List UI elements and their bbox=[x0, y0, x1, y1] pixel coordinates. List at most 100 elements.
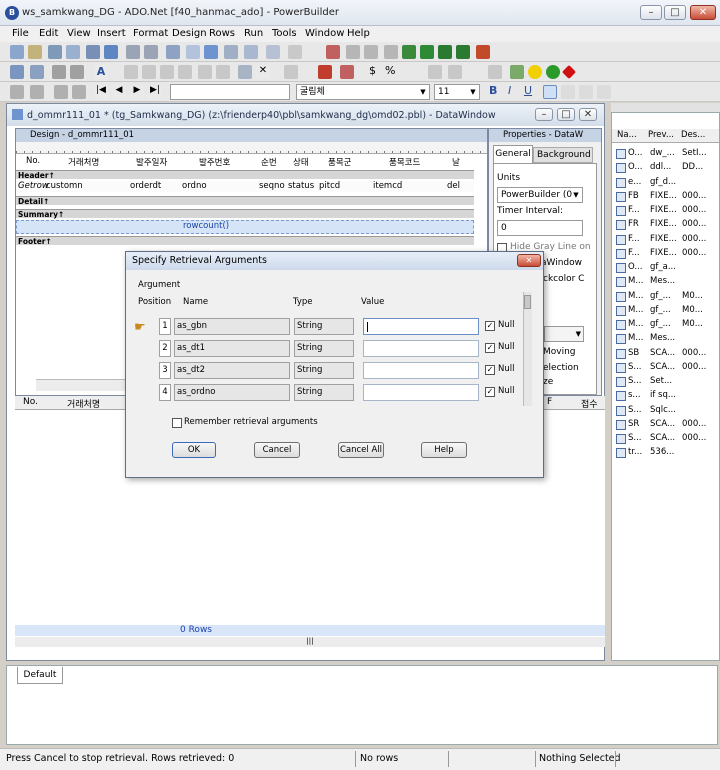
menu-edit[interactable]: Edit bbox=[39, 28, 58, 39]
summary-band[interactable]: Summary↑ bbox=[16, 209, 474, 219]
redo-icon[interactable] bbox=[70, 65, 84, 79]
retrieve-icon[interactable] bbox=[10, 85, 24, 99]
null-checkbox[interactable]: ✓ bbox=[485, 365, 495, 375]
edit-icon[interactable] bbox=[288, 45, 302, 59]
preview-icon[interactable] bbox=[244, 45, 258, 59]
object-list-row[interactable]: M... Mes... bbox=[614, 275, 719, 289]
build-icon[interactable] bbox=[346, 45, 360, 59]
object-list-row[interactable]: F... FIXE... 000... bbox=[614, 247, 719, 261]
build2-icon[interactable] bbox=[364, 45, 378, 59]
menu-file[interactable]: File bbox=[12, 28, 29, 39]
tab-general[interactable]: General bbox=[493, 145, 533, 163]
grid-hscroll[interactable]: ||| bbox=[15, 637, 605, 647]
check-icon[interactable] bbox=[546, 65, 560, 79]
object-list-row[interactable]: FB FIXE... 000... bbox=[614, 190, 719, 204]
database-icon[interactable] bbox=[166, 45, 180, 59]
align-icon[interactable] bbox=[284, 65, 298, 79]
arg-value-input[interactable] bbox=[363, 362, 479, 379]
insert-row-icon[interactable] bbox=[54, 85, 68, 99]
build3-icon[interactable] bbox=[384, 45, 398, 59]
style-combo[interactable] bbox=[170, 84, 290, 100]
object-list-row[interactable]: SR SCA... 000... bbox=[614, 418, 719, 432]
dw-restore-button[interactable]: □ bbox=[557, 108, 575, 121]
menu-insert[interactable]: Insert bbox=[97, 28, 126, 39]
object2-icon[interactable] bbox=[144, 45, 158, 59]
clear-icon[interactable] bbox=[178, 65, 192, 79]
dialog-close-button[interactable]: ✕ bbox=[517, 254, 541, 267]
dialog-scrollbar[interactable] bbox=[523, 292, 532, 406]
font-name-combo[interactable]: 굴림체 ▼ bbox=[296, 84, 430, 100]
object-list-row[interactable]: S... SCA... 000... bbox=[614, 432, 719, 446]
new-icon[interactable] bbox=[10, 45, 24, 59]
object-list-row[interactable]: s... if sq... bbox=[614, 389, 719, 403]
object-list-row[interactable]: SB SCA... 000... bbox=[614, 347, 719, 361]
null-checkbox[interactable]: ✓ bbox=[485, 321, 495, 331]
minimize-button[interactable]: – bbox=[640, 5, 662, 20]
currency-icon[interactable]: $ bbox=[369, 64, 376, 77]
first-icon[interactable]: |◀ bbox=[94, 85, 108, 99]
menu-rows[interactable]: Rows bbox=[209, 28, 235, 39]
align-left-icon[interactable] bbox=[543, 85, 557, 99]
italic-button[interactable]: I bbox=[508, 84, 511, 97]
object-list-row[interactable]: O... gf_a... bbox=[614, 261, 719, 275]
next-icon[interactable]: ▶ bbox=[130, 85, 144, 99]
object-list-row[interactable]: O... dw_... SetI... bbox=[614, 147, 719, 161]
run-icon[interactable] bbox=[420, 45, 434, 59]
arg-value-input[interactable] bbox=[363, 340, 479, 357]
text-icon[interactable]: A bbox=[94, 65, 108, 79]
close-button[interactable]: ✕ bbox=[690, 5, 716, 20]
dw-close-button[interactable]: ✕ bbox=[579, 108, 597, 121]
footer-band[interactable]: Footer↑ bbox=[16, 236, 474, 246]
exit-icon[interactable] bbox=[476, 45, 490, 59]
rowcount-expression[interactable]: rowcount() bbox=[183, 221, 229, 231]
print-icon[interactable] bbox=[30, 65, 44, 79]
menu-window[interactable]: Window bbox=[305, 28, 344, 39]
run3-icon[interactable] bbox=[456, 45, 470, 59]
font-size-combo[interactable]: 11 ▼ bbox=[434, 84, 480, 100]
size-icon[interactable] bbox=[488, 65, 502, 79]
prev-icon[interactable]: ◀ bbox=[112, 85, 126, 99]
dialog-scroll-thumb[interactable] bbox=[524, 295, 531, 309]
props-combo[interactable]: ▼ bbox=[544, 326, 584, 342]
dw-painter-icon[interactable] bbox=[204, 45, 218, 59]
menu-design[interactable]: Design bbox=[172, 28, 207, 39]
arg-value-input[interactable] bbox=[363, 384, 479, 401]
arg-value-input[interactable] bbox=[363, 318, 479, 335]
null-checkbox[interactable]: ✓ bbox=[485, 387, 495, 397]
dw-icon[interactable] bbox=[186, 45, 200, 59]
smile-icon[interactable] bbox=[528, 65, 542, 79]
object-list-row[interactable]: e... gf_d... bbox=[614, 176, 719, 190]
object-list-row[interactable]: M... Mes... bbox=[614, 332, 719, 346]
object-list-row[interactable]: S... Set... bbox=[614, 375, 719, 389]
window-icon[interactable] bbox=[104, 45, 118, 59]
units-combo[interactable]: PowerBuilder (0 ▼ bbox=[497, 187, 583, 203]
bold-button[interactable]: B bbox=[489, 84, 497, 97]
detail-band[interactable]: Detail↑ bbox=[16, 196, 474, 206]
object-list-row[interactable]: M... gf_... M0... bbox=[614, 290, 719, 304]
percent-icon[interactable]: % bbox=[385, 64, 395, 77]
cancel-all-button[interactable]: Cancel All bbox=[338, 442, 384, 458]
open-icon[interactable] bbox=[28, 45, 42, 59]
last-icon[interactable]: ▶| bbox=[148, 85, 162, 99]
object-list-row[interactable]: M... gf_... M0... bbox=[614, 304, 719, 318]
justify-icon[interactable] bbox=[597, 85, 611, 99]
menu-tools[interactable]: Tools bbox=[272, 28, 297, 39]
space-icon[interactable] bbox=[448, 65, 462, 79]
object-list-row[interactable]: O... ddl... DD... bbox=[614, 161, 719, 175]
align-center-icon[interactable] bbox=[561, 85, 575, 99]
object-list-row[interactable]: S... SCA... 000... bbox=[614, 361, 719, 375]
stop-icon[interactable] bbox=[561, 64, 577, 80]
menu-help[interactable]: Help bbox=[347, 28, 370, 39]
tab-default[interactable]: Default bbox=[17, 667, 63, 684]
debug-icon[interactable] bbox=[402, 45, 416, 59]
header-band[interactable]: Header↑ bbox=[16, 170, 474, 180]
grid-icon[interactable] bbox=[224, 45, 238, 59]
object-list-row[interactable]: F... FIXE... 000... bbox=[614, 204, 719, 218]
delete-row-icon[interactable] bbox=[72, 85, 86, 99]
ok-button[interactable]: OK bbox=[172, 442, 216, 458]
library-icon[interactable] bbox=[86, 45, 100, 59]
tab-order-icon[interactable] bbox=[428, 65, 442, 79]
cut-icon[interactable] bbox=[124, 65, 138, 79]
layout-icon[interactable] bbox=[266, 45, 280, 59]
object-list-row[interactable]: M... gf_... M0... bbox=[614, 318, 719, 332]
